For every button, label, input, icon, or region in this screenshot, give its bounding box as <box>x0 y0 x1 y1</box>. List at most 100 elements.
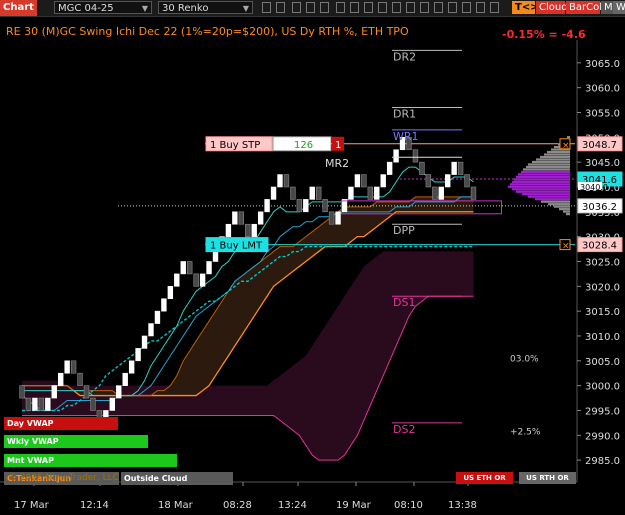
tpo-bar <box>536 158 570 161</box>
chevron-down-icon: ▼ <box>242 4 249 13</box>
tpo-bar <box>528 195 570 198</box>
renko-down-brick <box>328 211 335 225</box>
display-icon[interactable] <box>490 2 499 13</box>
cursor-icon[interactable] <box>292 2 301 13</box>
change-readout: -0.15% = -4.6 <box>502 28 586 41</box>
bar-marker-icon[interactable] <box>476 2 485 13</box>
tpo-bar <box>563 210 570 213</box>
renko-down-brick <box>457 161 464 175</box>
tpo-bar <box>559 208 570 211</box>
time-tick-label: 12:14 <box>80 500 109 511</box>
strategy-icon[interactable] <box>378 2 387 13</box>
tpo-bar <box>516 190 570 193</box>
zoom-out-icon[interactable] <box>276 2 285 13</box>
weekly-vwap-legend: Wkly VWAP <box>4 435 148 448</box>
renko-up-brick <box>161 298 167 312</box>
price-flag-label: 3028.4 <box>582 241 617 252</box>
indicator-icon[interactable] <box>392 2 401 13</box>
pivot-label-ds2: DS2 <box>393 423 415 436</box>
renko-up-brick <box>32 397 38 411</box>
renko-up-brick <box>109 397 116 411</box>
renko-up-brick <box>232 211 238 225</box>
renko-up-brick <box>374 186 380 200</box>
period-type-selector[interactable]: 30 Renko ▼ <box>158 1 253 14</box>
time-tick-label: 08:10 <box>394 500 423 511</box>
renko-down-brick <box>425 174 432 188</box>
renko-up-brick <box>45 397 51 411</box>
renko-up-brick <box>277 174 283 188</box>
tpo-bar <box>528 163 570 166</box>
monthly-toggle-button[interactable]: M <box>601 1 613 14</box>
time-tick-label: 18 Mar <box>158 500 194 511</box>
tpo-bar <box>514 178 570 181</box>
price-tick-label: 3060.0 <box>585 84 620 95</box>
link-icon[interactable] <box>462 2 471 13</box>
buy-limit-label: 1 Buy LMT <box>210 241 263 252</box>
time-tick-label: 08:28 <box>223 500 252 511</box>
price-flag-label: 3036.2 <box>582 202 617 213</box>
data-box-icon[interactable] <box>350 2 359 13</box>
renko-down-brick <box>245 223 251 237</box>
renko-up-brick <box>180 261 186 275</box>
pivot-label-dpp: DPP <box>393 224 415 237</box>
buy-stop-ticks: 126 <box>294 140 313 151</box>
renko-up-brick <box>348 186 354 200</box>
weekly-toggle-button[interactable]: W <box>613 1 625 14</box>
toolbar: Chart MGC 04-25 ▼ 30 Renko ▼ T<>K Cloud Ba… <box>0 0 625 17</box>
renko-up-brick <box>135 348 141 362</box>
alert-icon[interactable] <box>448 2 457 13</box>
renko-down-brick <box>25 397 32 411</box>
tpo-bar <box>512 180 570 183</box>
renko-down-brick <box>322 199 328 213</box>
renko-up-brick <box>438 186 444 200</box>
crosshair-icon[interactable] <box>336 2 345 13</box>
tpo-bar <box>567 136 570 139</box>
monthly-vwap-legend: Mnt VWAP <box>4 454 177 467</box>
chart-trader-icon[interactable] <box>364 2 373 13</box>
renko-up-brick <box>116 385 122 399</box>
time-tick-label: 13:38 <box>448 500 477 511</box>
renko-up-brick <box>122 372 128 386</box>
renko-down-brick <box>361 174 367 188</box>
renko-up-brick <box>386 161 393 175</box>
renko-down-brick <box>283 174 290 188</box>
renko-down-brick <box>464 174 470 188</box>
properties-icon[interactable] <box>320 2 329 13</box>
tpo-bar <box>516 175 570 178</box>
renko-up-brick <box>64 360 70 374</box>
annotation-percent: 03.0% <box>510 354 539 364</box>
tpo-bar <box>512 188 570 191</box>
price-tick-label: 3065.0 <box>585 59 620 70</box>
instrument-label: MGC 04-25 <box>58 3 114 14</box>
buy-stop-label: 1 Buy STP <box>210 140 260 151</box>
day-vwap-legend: Day VWAP <box>4 417 118 430</box>
renko-up-brick <box>148 323 154 337</box>
price-tick-label: 2985.0 <box>585 456 620 467</box>
tpo-bar <box>523 168 570 171</box>
snapshot-icon[interactable] <box>420 2 429 13</box>
cloud-status-label: Outside Cloud <box>124 474 188 483</box>
zoom-in-icon[interactable] <box>262 2 271 13</box>
renko-up-brick <box>335 211 341 225</box>
price-tick-label: 3005.0 <box>585 357 620 368</box>
drawing-tool-icon[interactable] <box>306 2 315 13</box>
us-rth-or-tag: US RTH OR <box>519 472 576 484</box>
tpo-bar <box>566 213 570 216</box>
barcol-toggle-button[interactable]: BarCol <box>566 1 602 14</box>
renko-down-brick <box>238 211 244 225</box>
chart-tab[interactable]: Chart <box>0 0 37 16</box>
instrument-selector[interactable]: MGC 04-25 ▼ <box>54 1 152 14</box>
renko-up-brick <box>264 199 270 213</box>
tenkan-kijun-toggle-button[interactable]: T<>K <box>512 1 546 14</box>
cloud-status: Outside Cloud <box>121 472 233 485</box>
share-icon[interactable] <box>434 2 443 13</box>
us-eth-or-tag: US ETH OR <box>456 472 513 484</box>
cloud-toggle-button[interactable]: Cloud <box>536 1 568 14</box>
renko-down-brick <box>296 199 303 213</box>
renko-down-brick <box>290 186 296 200</box>
price-tick-label: 3020.0 <box>585 282 620 293</box>
price-tick-label: 2995.0 <box>585 406 620 417</box>
price-flag-label: 3048.7 <box>582 140 617 151</box>
tpo-bar <box>554 205 570 208</box>
template-icon[interactable] <box>406 2 415 13</box>
